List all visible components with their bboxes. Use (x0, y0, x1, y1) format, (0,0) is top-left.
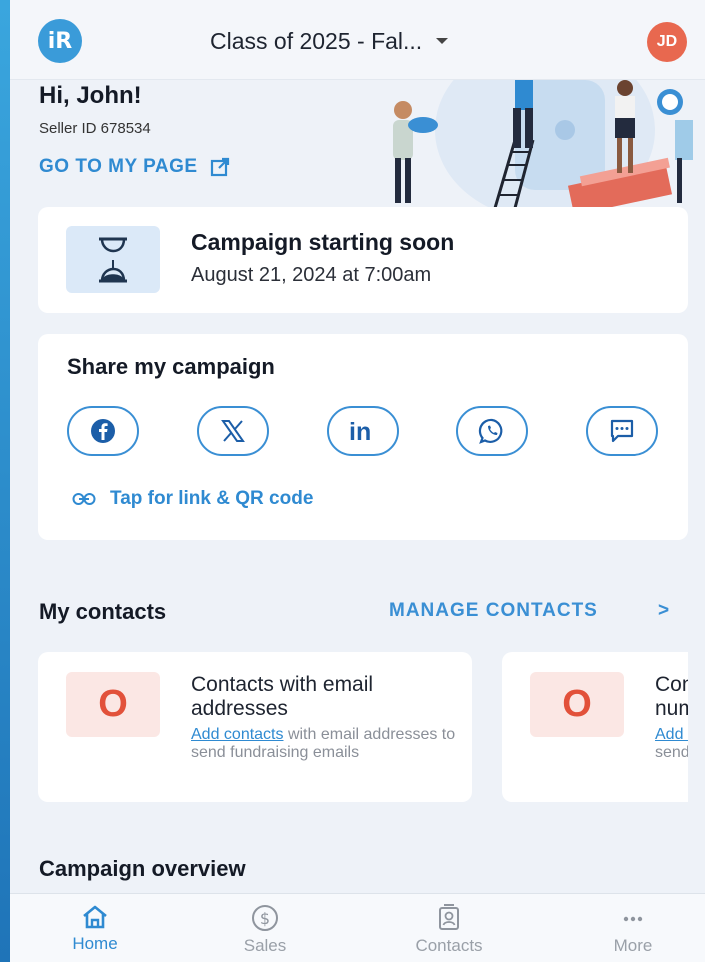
share-x-button[interactable] (197, 406, 269, 456)
email-contacts-title: Contacts with email addresses (191, 673, 374, 720)
email-contacts-card[interactable]: O Contacts with email addresses Add cont… (38, 652, 472, 802)
my-contacts-heading: My contacts (39, 599, 167, 624)
add-contacts-link[interactable]: Add contacts (191, 726, 284, 743)
svg-text:$: $ (260, 909, 270, 928)
phone-contacts-title: Contacts with phone numbers (655, 673, 688, 720)
manage-contacts-link[interactable]: MANAGE CONTACTS (389, 600, 598, 622)
nav-home[interactable]: Home (40, 904, 150, 954)
campaign-overview-heading: Campaign overview (39, 856, 246, 881)
phone-contacts-card[interactable]: O Contacts with phone numbers Add contac… (502, 652, 688, 802)
nav-contacts[interactable]: Contacts (394, 904, 504, 956)
more-icon (623, 916, 643, 922)
campaign-status-card: Campaign starting soon August 21, 2024 a… (38, 207, 688, 313)
nav-sales-label: Sales (243, 936, 287, 955)
x-icon (221, 420, 245, 442)
svg-text:in: in (349, 418, 371, 445)
share-facebook-button[interactable] (67, 406, 139, 456)
link-qr-code-button[interactable]: Tap for link & QR code (72, 488, 313, 510)
class-selector[interactable]: Class of 2025 - Fal... (210, 24, 449, 58)
dollar-icon: $ (252, 905, 278, 931)
phone-contacts-description: Add contacts with phone numbers to send … (655, 726, 688, 762)
greeting: Hi, John! (39, 82, 142, 109)
nav-more-label: More (613, 936, 653, 955)
bottom-nav: Home $ Sales Contacts More (10, 893, 705, 962)
share-whatsapp-button[interactable] (456, 406, 528, 456)
share-title: Share my campaign (67, 354, 275, 379)
top-bar: iR Class of 2025 - Fal... JD (10, 0, 705, 80)
share-campaign-card: Share my campaign in Tap for link & QR c… (38, 334, 688, 540)
avatar[interactable]: JD (647, 22, 687, 62)
share-sms-button[interactable] (586, 406, 658, 456)
add-contacts-link[interactable]: Add contacts (655, 726, 688, 743)
home-icon (83, 905, 107, 929)
app-logo[interactable]: iR (38, 19, 82, 63)
external-link-icon (210, 157, 229, 177)
email-contacts-description: Add contacts with email addresses to sen… (191, 726, 461, 762)
nav-home-label: Home (72, 934, 118, 953)
go-to-my-page-link[interactable]: GO TO MY PAGE (39, 156, 230, 178)
chevron-right-icon[interactable]: > (658, 600, 669, 622)
hourglass-tile (66, 226, 160, 293)
share-linkedin-button[interactable]: in (327, 406, 399, 456)
hero-section: Hi, John! Seller ID 678534 GO TO MY PAGE (10, 80, 705, 210)
nav-more[interactable]: More (578, 904, 688, 956)
nav-contacts-label: Contacts (415, 936, 483, 955)
linkedin-icon: in (349, 418, 371, 445)
hourglass-icon (99, 237, 127, 282)
sms-icon (610, 419, 634, 443)
email-contacts-count: O (66, 672, 160, 737)
link-qr-code-label: Tap for link & QR code (110, 488, 314, 509)
fundraising-illustration (393, 80, 693, 208)
link-icon (72, 493, 96, 505)
go-to-my-page-label: GO TO MY PAGE (39, 156, 198, 177)
campaign-status-title: Campaign starting soon (191, 229, 455, 255)
contacts-icon (439, 904, 459, 930)
class-selector-label: Class of 2025 - Fal... (210, 27, 423, 54)
facebook-icon (91, 419, 115, 443)
nav-sales[interactable]: $ Sales (210, 904, 320, 956)
phone-contacts-count: O (530, 672, 624, 737)
whatsapp-icon (478, 418, 503, 444)
campaign-start-date: August 21, 2024 at 7:00am (191, 264, 432, 286)
app-screen: iR Class of 2025 - Fal... JD Hi, John! S… (10, 0, 705, 962)
seller-id: Seller ID 678534 (39, 120, 151, 137)
caret-down-icon (436, 38, 449, 44)
